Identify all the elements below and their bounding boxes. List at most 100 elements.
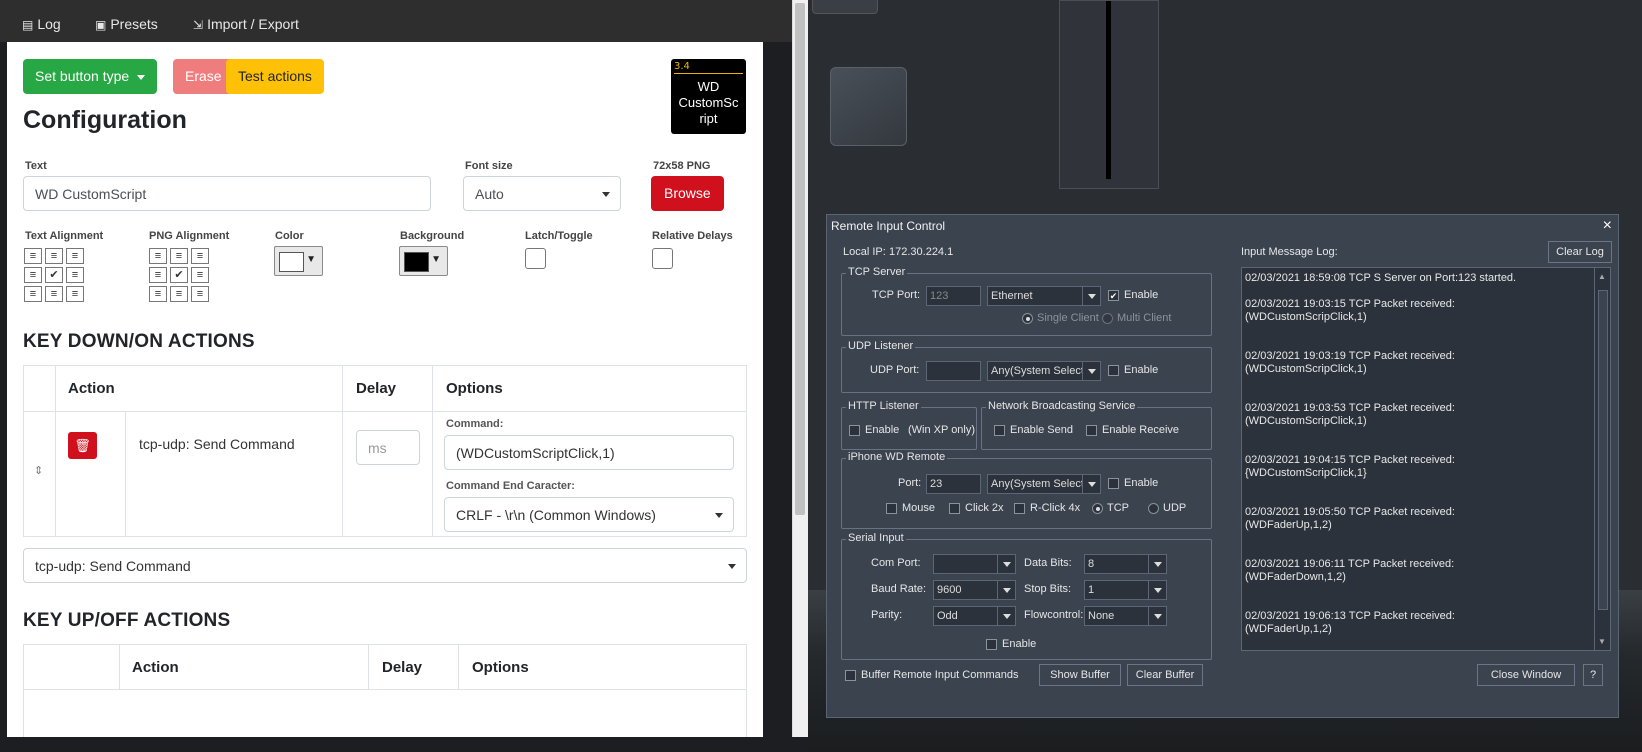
align-mid-center-check-icon[interactable]: ✔ (45, 267, 63, 283)
dropdown-arrow-icon: ▼ (306, 254, 316, 265)
udp-interface-select[interactable]: Any(System Selects (987, 361, 1101, 381)
nav-log[interactable]: ▤ Log (22, 16, 61, 32)
mouse-checkbox[interactable] (886, 503, 897, 514)
table-divider (432, 366, 433, 536)
png-align-bottom-center-icon[interactable]: ≡ (170, 286, 188, 302)
scroll-up-icon[interactable]: ▲ (1598, 272, 1606, 281)
serial-enable-checkbox[interactable] (986, 639, 997, 650)
multi-client-radio[interactable] (1102, 313, 1113, 324)
local-ip-value: 172.30.224.1 (889, 246, 954, 258)
png-align-mid-right-icon[interactable]: ≡ (191, 267, 209, 283)
erase-button[interactable]: Erase (173, 59, 234, 94)
enable-send-checkbox[interactable] (994, 425, 1005, 436)
buffer-checkbox[interactable] (845, 670, 856, 681)
command-end-select[interactable]: CRLF - \r\n (Common Windows) (444, 497, 734, 532)
align-top-center-icon[interactable]: ≡ (45, 248, 63, 264)
udp-enable-checkbox[interactable] (1108, 365, 1119, 376)
iphone-interface-select[interactable]: Any(System Selects (987, 474, 1101, 494)
align-mid-right-icon[interactable]: ≡ (66, 267, 84, 283)
delay-input[interactable]: ms (356, 430, 420, 465)
png-align-top-left-icon[interactable]: ≡ (149, 248, 167, 264)
test-actions-button[interactable]: Test actions (226, 59, 324, 94)
background-picker[interactable]: ▼ (399, 246, 448, 276)
tcp-port-input[interactable]: 123 (926, 286, 981, 306)
top-panel-button[interactable] (812, 0, 878, 14)
log-line: 02/03/2021 19:03:19 TCP Packet received: (1245, 350, 1455, 362)
nav-presets[interactable]: ▣ Presets (95, 16, 158, 32)
close-icon[interactable]: × (1603, 217, 1612, 235)
iphone-enable-checkbox[interactable] (1108, 478, 1119, 489)
http-enable-checkbox[interactable] (849, 425, 860, 436)
local-ip-label: Local IP: (843, 246, 886, 258)
align-top-left-icon[interactable]: ≡ (24, 248, 42, 264)
align-mid-left-icon[interactable]: ≡ (24, 267, 42, 283)
remote-input-control-window: Remote Input Control × Local IP: 172.30.… (826, 214, 1619, 718)
log-line: 02/03/2021 19:05:50 TCP Packet received: (1245, 506, 1455, 518)
tcp-radio[interactable] (1092, 503, 1103, 514)
log-line: 02/03/2021 19:04:15 TCP Packet received: (1245, 454, 1455, 466)
browse-button[interactable]: Browse (651, 176, 724, 211)
command-input[interactable]: (WDCustomScriptClick,1) (444, 435, 734, 470)
png-align-bottom-right-icon[interactable]: ≡ (191, 286, 209, 302)
baud-rate-select[interactable]: 9600 (933, 580, 1016, 600)
single-client-radio[interactable] (1022, 313, 1033, 324)
fader-track[interactable] (1059, 0, 1159, 189)
udp-radio[interactable] (1148, 503, 1159, 514)
parity-select[interactable]: Odd (933, 606, 1016, 626)
tcp-interface-select[interactable]: Ethernet (987, 286, 1101, 306)
align-bottom-left-icon[interactable]: ≡ (24, 286, 42, 302)
help-button[interactable]: ? (1583, 664, 1603, 686)
data-bits-select[interactable]: 8 (1084, 554, 1167, 574)
drag-handle-icon[interactable]: ⇕ (34, 464, 43, 477)
click2x-checkbox[interactable] (949, 503, 960, 514)
align-top-right-icon[interactable]: ≡ (66, 248, 84, 264)
com-port-select[interactable] (933, 554, 1016, 574)
png-align-top-center-icon[interactable]: ≡ (170, 248, 188, 264)
flowcontrol-select[interactable]: None (1084, 606, 1167, 626)
png-align-mid-left-icon[interactable]: ≡ (149, 267, 167, 283)
font-size-select[interactable]: Auto (463, 176, 621, 211)
tcp-enable-checkbox[interactable]: ✔ (1108, 290, 1119, 301)
page-scrollbar-thumb[interactable] (795, 3, 805, 515)
set-button-type-button[interactable]: Set button type (23, 59, 158, 94)
latch-toggle-checkbox[interactable] (525, 248, 546, 269)
rclick4x-checkbox[interactable] (1014, 503, 1025, 514)
square-button[interactable] (830, 67, 907, 146)
clear-buffer-button[interactable]: Clear Buffer (1127, 664, 1203, 686)
png-align-bottom-left-icon[interactable]: ≡ (149, 286, 167, 302)
text-input[interactable]: WD CustomScript (23, 176, 431, 211)
nav-import-export[interactable]: ⇲ Import / Export (193, 16, 299, 32)
udp-port-input[interactable] (926, 361, 981, 381)
png-align-mid-center-check-icon[interactable]: ✔ (170, 267, 188, 283)
log-scrollbar-thumb[interactable] (1598, 290, 1608, 610)
add-action-select[interactable]: tcp-udp: Send Command (23, 548, 747, 583)
dropdown-arrow-icon: ▼ (431, 254, 441, 265)
iphone-enable-label: Enable (1124, 477, 1159, 489)
stop-bits-select[interactable]: 1 (1084, 580, 1167, 600)
color-picker[interactable]: ▼ (274, 246, 323, 276)
text-alignment-grid[interactable]: ≡ ≡ ≡ ≡ ✔ ≡ ≡ ≡ ≡ (24, 248, 84, 302)
single-client-label: Single Client (1037, 312, 1099, 324)
relative-delays-checkbox[interactable] (652, 248, 673, 269)
iphone-port-input[interactable]: 23 (926, 474, 981, 494)
log-scrollbar[interactable]: ▲ ▼ (1594, 268, 1610, 650)
clear-log-button[interactable]: Clear Log (1548, 241, 1612, 263)
background-label: Background (400, 230, 465, 242)
align-bottom-right-icon[interactable]: ≡ (66, 286, 84, 302)
show-buffer-button[interactable]: Show Buffer (1039, 664, 1121, 686)
png-align-top-right-icon[interactable]: ≡ (191, 248, 209, 264)
delay-placeholder: ms (368, 439, 387, 456)
align-bottom-center-icon[interactable]: ≡ (45, 286, 63, 302)
log-line: (WDFaderUp,1,2) (1245, 519, 1332, 531)
scroll-down-icon[interactable]: ▼ (1598, 637, 1606, 646)
log-line: 02/03/2021 19:06:13 TCP Packet received: (1245, 610, 1455, 622)
input-message-log[interactable]: 02/03/2021 18:59:08 TCP S Server on Port… (1241, 267, 1611, 651)
background-swatch (404, 252, 429, 272)
delete-action-button[interactable]: 🗑 (68, 432, 97, 459)
enable-receive-checkbox[interactable] (1086, 425, 1097, 436)
col-options: Options (446, 380, 503, 397)
close-window-button[interactable]: Close Window (1477, 664, 1575, 686)
png-alignment-grid[interactable]: ≡ ≡ ≡ ≡ ✔ ≡ ≡ ≡ ≡ (149, 248, 209, 302)
